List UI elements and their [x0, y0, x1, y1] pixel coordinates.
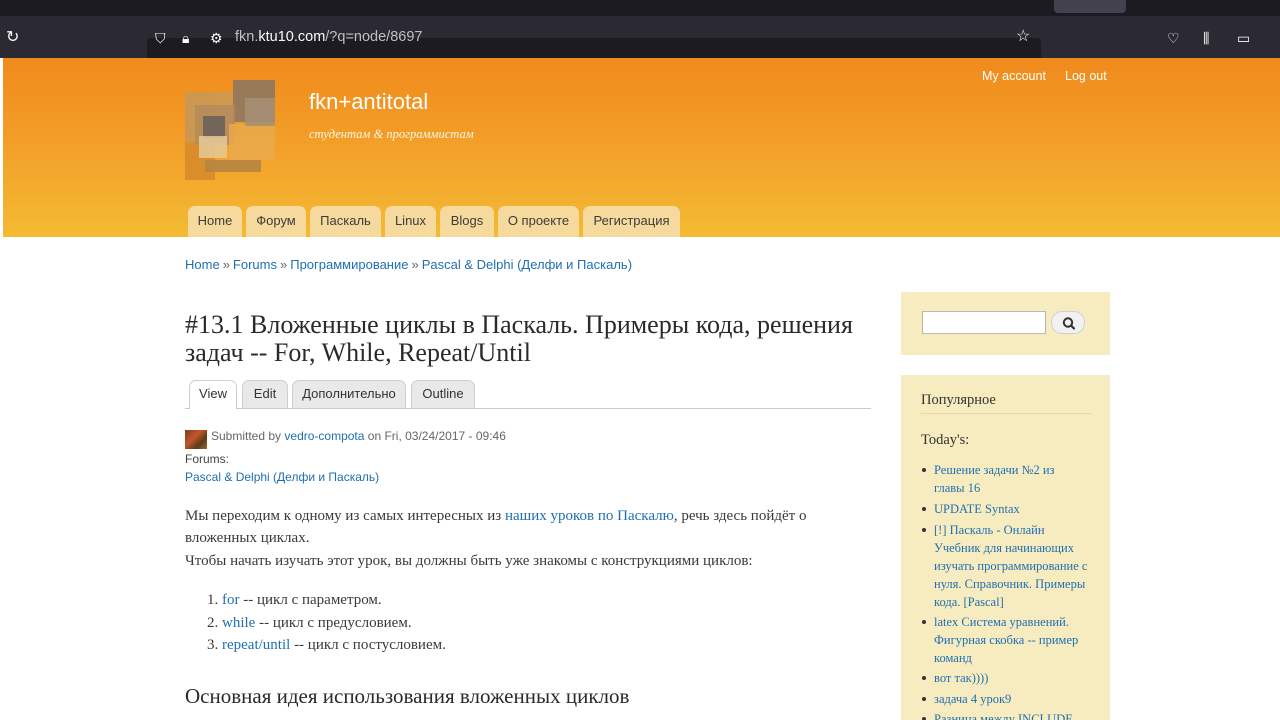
popular-item[interactable]: latex Система уравнений. Фигурная скобка…: [934, 613, 1088, 667]
popular-item[interactable]: вот так)))): [934, 669, 1088, 687]
page-title: #13.1 Вложенные циклы в Паскаль. Примеры…: [185, 310, 853, 367]
library-icon[interactable]: ⫼: [1203, 30, 1209, 46]
forums-label: Forums:: [185, 452, 230, 466]
bullet-icon: [922, 468, 926, 472]
popular-item[interactable]: Разница между INCLUDE: [934, 710, 1088, 720]
popular-item[interactable]: Решение задачи №2 из главы 16: [934, 461, 1088, 497]
tab-view[interactable]: View: [189, 380, 237, 409]
while-link[interactable]: while: [222, 615, 255, 631]
search-input[interactable]: [922, 311, 1046, 334]
breadcrumb: Home» Forums» Программирование» Pascal & De…: [185, 257, 632, 272]
breadcrumb-separator: »: [279, 257, 288, 272]
tab-edit[interactable]: Edit: [242, 380, 288, 408]
primary-tab-forum[interactable]: Форум: [246, 206, 306, 237]
pocket-icon[interactable]: ♡: [1167, 30, 1180, 46]
url-text[interactable]: fkn.ktu10.com/?q=node/8697: [235, 29, 422, 46]
forum-link[interactable]: Pascal & Delphi (Делфи и Паскаль): [185, 470, 379, 484]
my-account-link[interactable]: My account: [982, 69, 1046, 83]
popular-title: Популярное: [921, 392, 996, 408]
lock-icon[interactable]: 🔒︎: [182, 30, 189, 46]
list-item: 3. repeat/until -- цикл с постусловием.: [207, 637, 446, 653]
active-browser-tab[interactable]: [1054, 0, 1126, 13]
permissions-icon[interactable]: ⚙: [210, 30, 223, 46]
popular-item[interactable]: [!] Паскаль - Онлайн Учебник для начинаю…: [934, 521, 1088, 611]
popular-divider: [921, 413, 1091, 414]
log-out-link[interactable]: Log out: [1065, 69, 1107, 83]
site-slogan: студентам & программистам: [309, 127, 474, 141]
tab-outline[interactable]: Outline: [411, 380, 475, 408]
site-name[interactable]: fkn+antitotal: [309, 89, 428, 115]
primary-tab-pascal[interactable]: Паскаль: [310, 206, 381, 237]
primary-tab-linux[interactable]: Linux: [385, 206, 436, 237]
breadcrumb-separator: »: [411, 257, 419, 272]
bullet-icon: [922, 528, 926, 532]
browser-toolbar: ↻ ⛉ 🔒︎ ⚙ ☆ ♡ ⫼ ▭: [0, 16, 1280, 68]
primary-tab-home[interactable]: Home: [188, 206, 242, 237]
local-tabs-divider: [185, 408, 871, 409]
browser-tab-strip: [0, 0, 1280, 16]
popular-item[interactable]: UPDATE Syntax: [934, 500, 1088, 518]
reload-icon[interactable]: ↻: [6, 30, 19, 46]
primary-tab-about[interactable]: О проекте: [498, 206, 579, 237]
bullet-icon: [922, 697, 926, 701]
prerequisites-paragraph: Чтобы начать изучать этот урок, вы должн…: [185, 553, 753, 569]
submitted-date: on Fri, 03/24/2017 - 09:46: [367, 429, 506, 443]
breadcrumb-programming[interactable]: Программирование: [290, 257, 408, 272]
search-icon: [1062, 317, 1076, 330]
section-heading: Основная идея использования вложенных ци…: [185, 684, 630, 708]
loop-types-list: 1. for -- цикл с параметром. 2. while --…: [207, 589, 446, 657]
site-logo[interactable]: [185, 80, 277, 180]
submitted-prefix: Submitted by: [211, 429, 282, 443]
repeat-until-link[interactable]: repeat/until: [222, 637, 290, 653]
search-button[interactable]: [1051, 311, 1085, 334]
breadcrumb-separator: »: [222, 257, 230, 272]
list-item: 1. for -- цикл с параметром.: [207, 592, 382, 608]
breadcrumb-pascal-delphi[interactable]: Pascal & Delphi (Делфи и Паскаль): [422, 257, 632, 272]
for-link[interactable]: for: [222, 592, 240, 608]
primary-tab-blogs[interactable]: Blogs: [440, 206, 494, 237]
bookmark-star-icon[interactable]: ☆: [1016, 29, 1030, 45]
pascal-lessons-link[interactable]: наших уроков по Паскалю: [505, 508, 674, 524]
primary-tab-register[interactable]: Регистрация: [583, 206, 680, 237]
list-item: 2. while -- цикл с предусловием.: [207, 614, 412, 631]
bullet-icon: [922, 676, 926, 680]
sidebar-icon[interactable]: ▭: [1237, 30, 1250, 46]
tab-additional[interactable]: Дополнительно: [292, 380, 406, 408]
author-avatar[interactable]: [185, 430, 207, 449]
intro-paragraph: Мы переходим к одному из самых интересны…: [185, 505, 825, 549]
bullet-icon: [922, 507, 926, 511]
shield-icon[interactable]: ⛉: [155, 30, 166, 46]
breadcrumb-home[interactable]: Home: [185, 257, 220, 272]
author-link[interactable]: vedro-compota: [284, 429, 364, 443]
submitted-info: Submitted by vedro-compota on Fri, 03/24…: [211, 429, 506, 443]
popular-item[interactable]: задача 4 урок9: [934, 690, 1088, 708]
todays-label: Today's:: [921, 432, 970, 448]
breadcrumb-forums[interactable]: Forums: [233, 257, 277, 272]
bullet-icon: [922, 620, 926, 624]
intro-text: Мы переходим к одному из самых интересны…: [185, 508, 502, 524]
